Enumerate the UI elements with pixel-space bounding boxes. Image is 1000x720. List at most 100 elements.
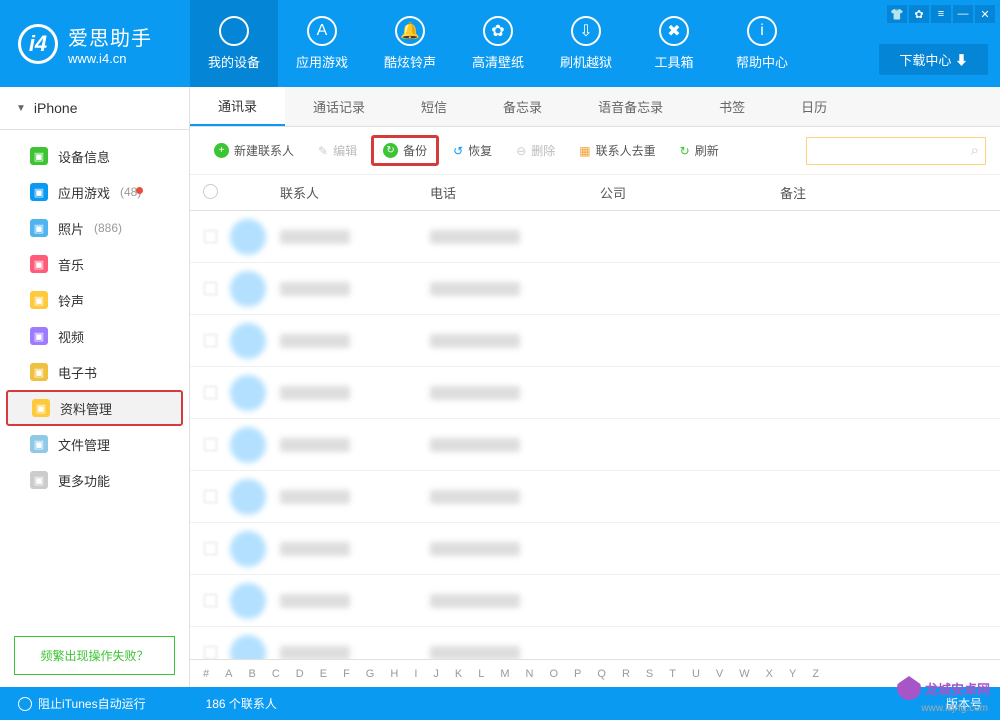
sub-tab-2[interactable]: 短信 xyxy=(393,87,475,126)
settings-icon[interactable]: ✿ xyxy=(909,5,929,23)
logo-icon: i4 xyxy=(18,24,58,64)
alpha-C[interactable]: C xyxy=(267,666,285,682)
table-row[interactable] xyxy=(190,523,1000,575)
edit-icon: ✎ xyxy=(318,144,328,158)
nav-icon: ✿ xyxy=(483,16,513,46)
sub-tab-4[interactable]: 语音备忘录 xyxy=(570,87,691,126)
refresh-button[interactable]: ↻刷新 xyxy=(670,137,729,164)
sidebar-item-0[interactable]: ▣设备信息 xyxy=(6,138,183,174)
help-button[interactable]: 频繁出现操作失败？ xyxy=(14,636,175,675)
nav-tab-6[interactable]: i帮助中心 xyxy=(718,0,806,87)
sidebar-item-5[interactable]: ▣视频 xyxy=(6,318,183,354)
sub-tab-1[interactable]: 通话记录 xyxy=(285,87,393,126)
alpha-S[interactable]: S xyxy=(641,666,658,682)
sub-tab-3[interactable]: 备忘录 xyxy=(475,87,570,126)
sidebar-item-1[interactable]: ▣应用游戏(48) xyxy=(6,174,183,210)
edit-button[interactable]: ✎编辑 xyxy=(308,137,367,164)
nav-tab-2[interactable]: 🔔酷炫铃声 xyxy=(366,0,454,87)
sidebar-icon: ▣ xyxy=(30,291,48,309)
sidebar-item-4[interactable]: ▣铃声 xyxy=(6,282,183,318)
window-controls: 👕 ✿ ≡ — ✕ xyxy=(887,5,995,23)
contact-count: 186 个联系人 xyxy=(206,695,277,712)
device-selector[interactable]: ▼ iPhone xyxy=(0,87,189,130)
alpha-Z[interactable]: Z xyxy=(807,666,824,682)
backup-button[interactable]: ↻备份 xyxy=(371,135,439,166)
dedup-button[interactable]: ▦联系人去重 xyxy=(569,137,665,164)
nav-tab-0[interactable]: 我的设备 xyxy=(190,0,278,87)
search-box[interactable]: ⌕ xyxy=(806,137,986,165)
shirt-icon[interactable]: 👕 xyxy=(887,5,907,23)
dedup-icon: ▦ xyxy=(579,144,590,158)
alpha-N[interactable]: N xyxy=(521,666,539,682)
search-input[interactable] xyxy=(813,144,971,158)
table-row[interactable] xyxy=(190,419,1000,471)
alpha-M[interactable]: M xyxy=(495,666,514,682)
alpha-U[interactable]: U xyxy=(687,666,705,682)
sidebar-item-2[interactable]: ▣照片(886) xyxy=(6,210,183,246)
alpha-K[interactable]: K xyxy=(450,666,467,682)
alpha-E[interactable]: E xyxy=(315,666,332,682)
alpha-O[interactable]: O xyxy=(544,666,563,682)
new-contact-button[interactable]: +新建联系人 xyxy=(204,137,304,164)
watermark: 龙城安卓网 xyxy=(897,676,990,700)
sidebar-icon: ▣ xyxy=(30,255,48,273)
table-row[interactable] xyxy=(190,367,1000,419)
sidebar-icon: ▣ xyxy=(30,219,48,237)
alpha-J[interactable]: J xyxy=(428,666,444,682)
sidebar-item-8[interactable]: ▣文件管理 xyxy=(6,426,183,462)
col-note: 备注 xyxy=(780,183,1000,202)
chevron-down-icon: ▼ xyxy=(16,103,26,114)
table-row[interactable] xyxy=(190,575,1000,627)
sidebar-item-6[interactable]: ▣电子书 xyxy=(6,354,183,390)
search-icon[interactable]: ⌕ xyxy=(971,142,979,159)
download-center-button[interactable]: 下载中心 ⬇ xyxy=(879,44,988,75)
table-row[interactable] xyxy=(190,315,1000,367)
nav-tab-4[interactable]: ⇩刷机越狱 xyxy=(542,0,630,87)
nav-tab-3[interactable]: ✿高清壁纸 xyxy=(454,0,542,87)
device-name: iPhone xyxy=(34,100,78,116)
avatar xyxy=(230,635,266,660)
avatar xyxy=(230,271,266,307)
alpha-T[interactable]: T xyxy=(664,666,681,682)
alpha-Q[interactable]: Q xyxy=(592,666,611,682)
sidebar-item-3[interactable]: ▣音乐 xyxy=(6,246,183,282)
alpha-A[interactable]: A xyxy=(220,666,237,682)
sidebar-icon: ▣ xyxy=(32,399,50,417)
alpha-X[interactable]: X xyxy=(761,666,778,682)
table-row[interactable] xyxy=(190,471,1000,523)
alpha-G[interactable]: G xyxy=(361,666,380,682)
sidebar-icon: ▣ xyxy=(30,327,48,345)
alpha-B[interactable]: B xyxy=(243,666,260,682)
close-button[interactable]: ✕ xyxy=(975,5,995,23)
alpha-D[interactable]: D xyxy=(291,666,309,682)
avatar xyxy=(230,375,266,411)
table-row[interactable] xyxy=(190,627,1000,659)
alpha-F[interactable]: F xyxy=(338,666,355,682)
alpha-#[interactable]: # xyxy=(198,666,214,682)
menu-icon[interactable]: ≡ xyxy=(931,5,951,23)
watermark-icon xyxy=(897,676,921,700)
alpha-Y[interactable]: Y xyxy=(784,666,801,682)
nav-tab-5[interactable]: ✖工具箱 xyxy=(630,0,718,87)
alpha-P[interactable]: P xyxy=(569,666,586,682)
sidebar-item-9[interactable]: ▣更多功能 xyxy=(6,462,183,498)
table-row[interactable] xyxy=(190,211,1000,263)
alpha-I[interactable]: I xyxy=(409,666,422,682)
alpha-V[interactable]: V xyxy=(711,666,728,682)
restore-button[interactable]: ↺恢复 xyxy=(443,137,502,164)
sub-tab-5[interactable]: 书签 xyxy=(691,87,773,126)
sidebar-item-7[interactable]: ▣资料管理 xyxy=(6,390,183,426)
sub-tab-6[interactable]: 日历 xyxy=(773,87,855,126)
sub-tab-0[interactable]: 通讯录 xyxy=(190,87,285,126)
itunes-toggle[interactable]: 阻止iTunes自动运行 xyxy=(18,695,146,712)
logo-area: i4 爱思助手 www.i4.cn xyxy=(0,0,190,87)
alpha-R[interactable]: R xyxy=(617,666,635,682)
nav-tab-1[interactable]: A应用游戏 xyxy=(278,0,366,87)
alpha-L[interactable]: L xyxy=(473,666,489,682)
delete-button[interactable]: ⊖删除 xyxy=(506,137,565,164)
select-all-checkbox[interactable] xyxy=(190,184,230,202)
table-row[interactable] xyxy=(190,263,1000,315)
alpha-W[interactable]: W xyxy=(734,666,754,682)
alpha-H[interactable]: H xyxy=(385,666,403,682)
minimize-button[interactable]: — xyxy=(953,5,973,23)
